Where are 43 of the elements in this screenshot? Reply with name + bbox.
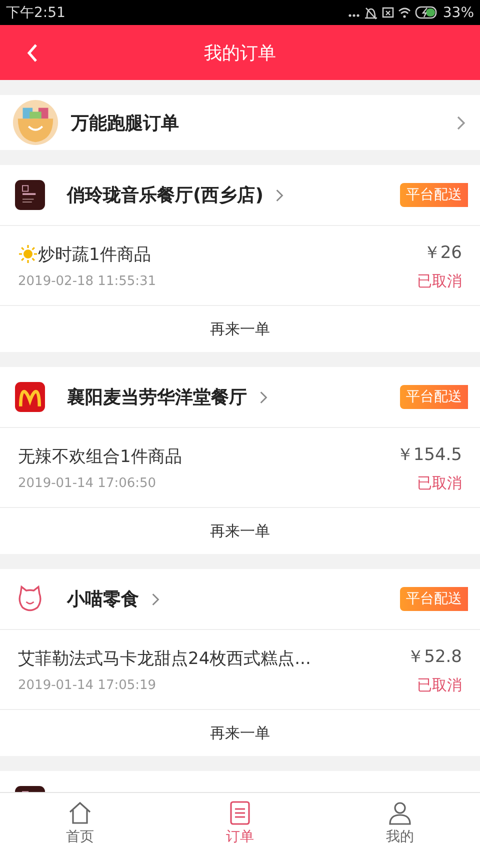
- tab[interactable]: 我的: [320, 793, 480, 853]
- order-price: ￥26: [423, 242, 462, 264]
- delivery-badge: 平台配送: [400, 183, 468, 207]
- person-icon: [387, 800, 413, 826]
- restaurant-logo-icon: [15, 180, 45, 210]
- sun-icon: [18, 244, 38, 264]
- item-summary: 艾菲勒法式马卡龙甜点24枚西式糕点...: [18, 648, 311, 670]
- item-summary: 炒时蔬1件商品: [38, 244, 151, 266]
- status-time: 下午2:51: [6, 4, 66, 22]
- order-time: 2019-01-14 17:06:50: [18, 476, 158, 490]
- more-dots-icon: [348, 14, 360, 16]
- errand-orders-title: 万能跑腿订单: [71, 112, 180, 134]
- tab[interactable]: 首页: [0, 793, 160, 853]
- store-name[interactable]: 俏玲珑音乐餐厅(西乡店): [67, 183, 264, 207]
- order-price: ￥52.8: [407, 646, 462, 668]
- order-time: 2019-02-18 11:55:31: [18, 274, 156, 288]
- store-name[interactable]: 小喵零食: [67, 587, 139, 611]
- store-name[interactable]: 襄阳麦当劳华洋堂餐厅: [67, 385, 247, 409]
- delivery-badge: 平台配送: [400, 587, 468, 611]
- chevron-right-icon: [275, 188, 284, 202]
- order-status: 已取消: [417, 272, 462, 290]
- bag-logo-icon: [12, 99, 59, 146]
- home-icon: [67, 800, 93, 826]
- order-status: 已取消: [417, 474, 462, 492]
- muted-bell-icon: [364, 6, 378, 20]
- wifi-icon: [398, 6, 411, 19]
- chevron-right-icon: [259, 390, 268, 404]
- tab[interactable]: 订单: [160, 793, 320, 853]
- list-icon: [227, 800, 253, 826]
- sim-icon: [382, 6, 394, 18]
- chevron-right-icon: [151, 592, 160, 606]
- battery-percent: 33%: [442, 4, 474, 20]
- arches-logo-icon: [15, 382, 45, 412]
- chevron-right-icon: [456, 114, 466, 130]
- order-time: 2019-01-14 17:05:19: [18, 678, 158, 692]
- delivery-badge: 平台配送: [400, 385, 468, 409]
- errand-orders-row[interactable]: 万能跑腿订单: [0, 95, 480, 150]
- page-title: 我的订单: [204, 42, 276, 64]
- battery-icon: [414, 6, 439, 19]
- item-summary: 无辣不欢组合1件商品: [18, 446, 182, 468]
- order-status: 已取消: [417, 676, 462, 694]
- back-icon: [26, 43, 38, 63]
- order-price: ￥154.5: [396, 444, 462, 466]
